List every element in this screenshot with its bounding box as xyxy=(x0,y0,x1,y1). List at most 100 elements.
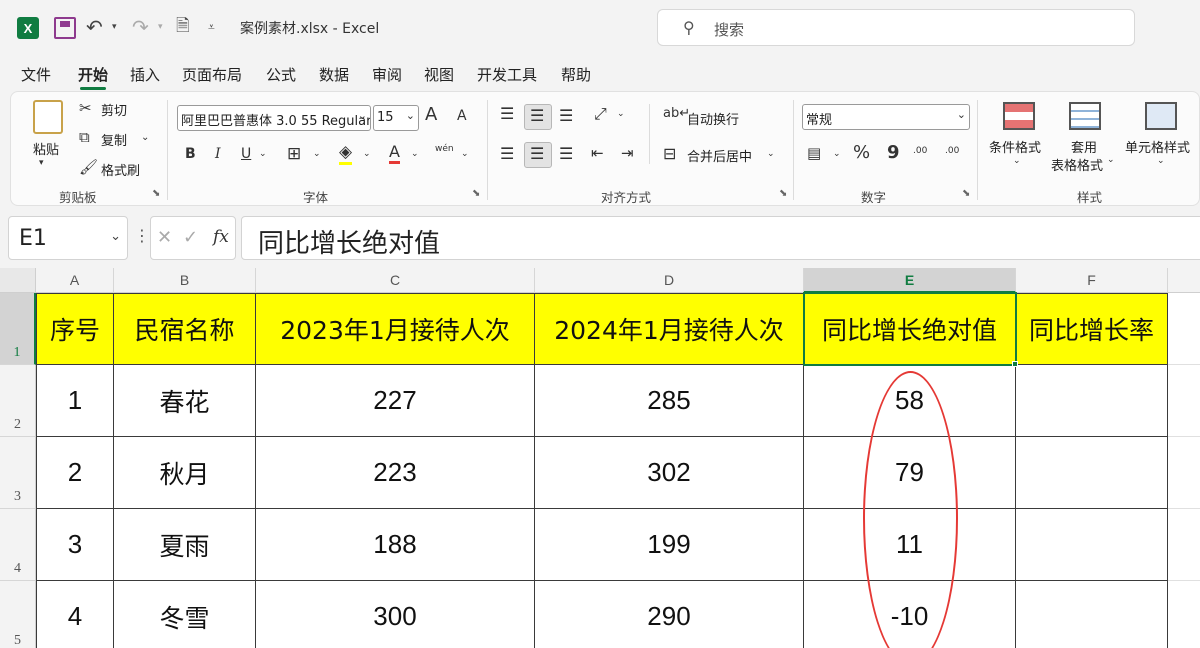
data-cell-b3[interactable]: 秋月 xyxy=(114,437,256,509)
tab-review[interactable]: 审阅 xyxy=(372,64,402,85)
save-icon[interactable] xyxy=(54,17,76,39)
redo-dropdown-icon[interactable]: ▾ xyxy=(158,14,163,40)
align-middle-icon[interactable]: ☰ xyxy=(530,106,544,125)
data-cell-f2[interactable] xyxy=(1016,365,1168,437)
chevron-down-icon[interactable]: ⌄ xyxy=(411,149,419,159)
row-header-2[interactable]: 2 xyxy=(0,365,36,437)
tab-file[interactable]: 文件 xyxy=(21,64,51,85)
data-cell-e5[interactable]: -10 xyxy=(804,581,1016,648)
cancel-icon[interactable]: ✕ xyxy=(157,227,172,248)
alignment-launcher-icon[interactable]: ⬊ xyxy=(779,188,787,199)
italic-button[interactable]: I xyxy=(215,146,221,162)
worksheet-grid[interactable]: A B C D E F 1 2 3 4 5 序号 民宿名称 2023年1月接待人次 2024年1月接待人次同… xyxy=(0,268,1200,648)
data-cell-d2[interactable]: 285 xyxy=(535,365,804,437)
empty-cell[interactable] xyxy=(1168,365,1200,437)
redo-icon[interactable]: ↷ xyxy=(132,14,149,40)
tab-page-layout[interactable]: 页面布局 xyxy=(182,64,242,85)
font-launcher-icon[interactable]: ⬊ xyxy=(472,188,480,199)
conditional-formatting-button[interactable]: 条件格式 xyxy=(989,137,1041,156)
header-cell-b[interactable]: 民宿名称 xyxy=(114,293,256,365)
format-as-table-icon[interactable] xyxy=(1069,102,1101,130)
empty-cell[interactable] xyxy=(1168,581,1200,648)
insert-function-button[interactable]: fx xyxy=(213,227,229,247)
copy-icon[interactable]: ⧉ xyxy=(79,128,90,146)
data-cell-e2[interactable]: 58 xyxy=(804,365,1016,437)
column-header-f[interactable]: F xyxy=(1016,268,1168,293)
copy-button[interactable]: 复制 xyxy=(101,130,127,149)
row-header-5[interactable]: 5 xyxy=(0,581,36,648)
clipboard-launcher-icon[interactable]: ⬊ xyxy=(152,188,160,199)
data-cell-c3[interactable]: 223 xyxy=(256,437,535,509)
data-cell-b5[interactable]: 冬雪 xyxy=(114,581,256,648)
empty-cell[interactable] xyxy=(1168,509,1200,581)
data-cell-e3[interactable]: 79 xyxy=(804,437,1016,509)
cut-icon[interactable]: ✂ xyxy=(79,99,92,117)
data-cell-a2[interactable]: 1 xyxy=(36,365,114,437)
chevron-down-icon[interactable]: ⌄ xyxy=(461,149,469,159)
chevron-down-icon[interactable]: ⌄ xyxy=(363,149,371,159)
shrink-font-icon[interactable]: A xyxy=(457,108,467,124)
tab-data[interactable]: 数据 xyxy=(319,64,349,85)
row-header-1[interactable]: 1 xyxy=(0,293,36,365)
empty-cell[interactable] xyxy=(1168,293,1200,365)
data-cell-c5[interactable]: 300 xyxy=(256,581,535,648)
enter-icon[interactable]: ✓ xyxy=(183,227,198,248)
conditional-formatting-icon[interactable] xyxy=(1003,102,1035,130)
data-cell-b2[interactable]: 春花 xyxy=(114,365,256,437)
wrap-text-button[interactable]: 自动换行 xyxy=(687,109,739,128)
print-preview-icon[interactable]: 🗎 xyxy=(176,14,190,40)
column-header-d[interactable]: D xyxy=(535,268,804,293)
chevron-down-icon[interactable]: ⌄ xyxy=(1013,156,1021,166)
chevron-down-icon[interactable]: ⌄ xyxy=(1107,155,1115,165)
merge-center-button[interactable]: 合并后居中 xyxy=(687,146,752,165)
number-launcher-icon[interactable]: ⬊ xyxy=(962,188,970,199)
align-bottom-icon[interactable]: ☰ xyxy=(559,106,573,125)
chevron-down-icon[interactable]: ⌄ xyxy=(110,229,121,244)
paste-button[interactable]: 粘贴 xyxy=(33,139,59,158)
row-header-3[interactable]: 3 xyxy=(0,437,36,509)
fill-color-icon[interactable]: ◈ xyxy=(339,142,353,165)
increase-indent-icon[interactable]: ⇥ xyxy=(621,144,634,162)
column-header-e[interactable]: E xyxy=(804,268,1016,293)
data-cell-d5[interactable]: 290 xyxy=(535,581,804,648)
copy-dropdown-icon[interactable]: ⌄ xyxy=(141,132,149,143)
formula-input[interactable]: 同比增长绝对值 xyxy=(241,216,1200,260)
format-as-table-label-2[interactable]: 表格格式 xyxy=(1051,155,1103,174)
format-as-table-label-1[interactable]: 套用 xyxy=(1071,137,1097,156)
chevron-down-icon[interactable]: ⌄ xyxy=(617,109,625,119)
select-all-corner[interactable] xyxy=(0,268,36,293)
tab-developer[interactable]: 开发工具 xyxy=(477,64,537,85)
data-cell-c2[interactable]: 227 xyxy=(256,365,535,437)
chevron-down-icon[interactable]: ⌄ xyxy=(313,149,321,159)
data-cell-f3[interactable] xyxy=(1016,437,1168,509)
align-left-icon[interactable]: ☰ xyxy=(500,144,514,163)
name-box[interactable]: E1 ⌄ xyxy=(8,216,128,260)
cut-button[interactable]: 剪切 xyxy=(101,100,127,119)
align-top-icon[interactable]: ☰ xyxy=(500,104,514,123)
bold-button[interactable]: B xyxy=(185,146,196,162)
undo-dropdown-icon[interactable]: ▾ xyxy=(112,14,117,40)
row-header-4[interactable]: 4 xyxy=(0,509,36,581)
align-center-icon[interactable]: ☰ xyxy=(530,144,544,163)
chevron-down-icon[interactable]: ⌄ xyxy=(767,149,775,159)
cell-styles-button[interactable]: 单元格样式 xyxy=(1125,137,1190,156)
empty-cell[interactable] xyxy=(1168,437,1200,509)
data-cell-e4[interactable]: 11 xyxy=(804,509,1016,581)
accounting-format-icon[interactable]: ▤ xyxy=(807,144,821,162)
fill-handle[interactable] xyxy=(1012,361,1018,367)
cell-styles-icon[interactable] xyxy=(1145,102,1177,130)
chevron-down-icon[interactable]: ⌄ xyxy=(1157,156,1165,166)
data-cell-a5[interactable]: 4 xyxy=(36,581,114,648)
paste-icon[interactable] xyxy=(33,100,63,134)
format-painter-button[interactable]: 格式刷 xyxy=(101,160,140,179)
tab-insert[interactable]: 插入 xyxy=(130,64,160,85)
data-cell-a4[interactable]: 3 xyxy=(36,509,114,581)
header-cell-a[interactable]: 序号 xyxy=(36,293,114,365)
customize-toolbar-icon[interactable]: ⩡ xyxy=(208,14,215,40)
header-cell-e[interactable]: 同比增长绝对值 xyxy=(804,293,1016,365)
underline-button[interactable]: U xyxy=(241,146,251,162)
column-header-a[interactable]: A xyxy=(36,268,114,293)
data-cell-f5[interactable] xyxy=(1016,581,1168,648)
tab-help[interactable]: 帮助 xyxy=(561,64,591,85)
font-color-icon[interactable]: A xyxy=(389,142,400,164)
